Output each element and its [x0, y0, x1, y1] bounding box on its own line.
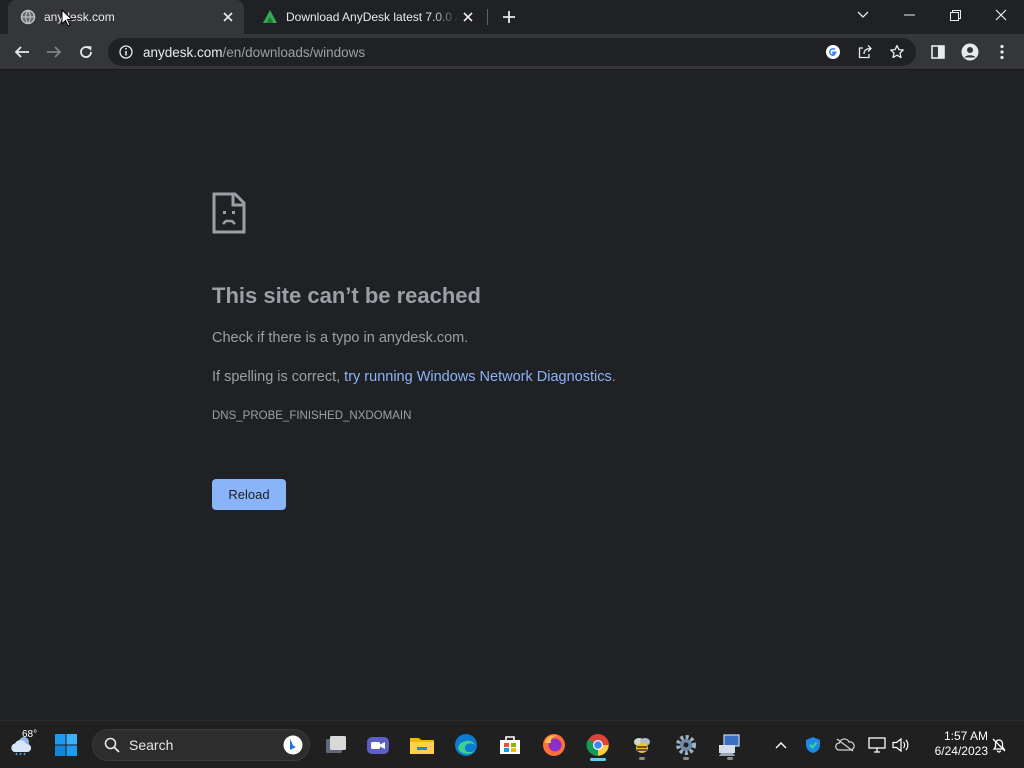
diagnostics-prefix: If spelling is correct, — [212, 369, 345, 385]
taskbar-store[interactable] — [494, 729, 526, 761]
search-icon — [103, 736, 121, 754]
anydesk-logo-icon — [262, 9, 278, 25]
bee-app-icon — [634, 738, 650, 753]
restore-icon — [949, 9, 961, 21]
start-button[interactable] — [50, 729, 82, 761]
error-message-diagnostics: If spelling is correct, try running Wind… — [212, 369, 616, 385]
error-title: This site can’t be reached — [212, 283, 481, 308]
back-button[interactable] — [8, 38, 36, 66]
notification-bell-icon — [992, 738, 1006, 753]
address-bar[interactable]: anydesk.com/en/downloads/windows — [108, 38, 916, 66]
computer-network-icon — [719, 734, 740, 756]
task-view-button[interactable] — [320, 729, 352, 761]
google-lens-icon[interactable] — [822, 42, 844, 62]
running-indicator — [639, 757, 645, 760]
clock-time: 1:57 AM — [943, 729, 988, 743]
taskbar-file-explorer[interactable] — [406, 729, 438, 761]
close-window-button[interactable] — [978, 0, 1024, 30]
clock-date: 6/24/2023 — [934, 744, 988, 758]
reload-icon — [80, 46, 92, 58]
back-arrow-icon — [14, 46, 29, 58]
volume-tray-icon[interactable] — [890, 733, 912, 757]
share-icon[interactable] — [854, 42, 876, 62]
show-hidden-icons-button[interactable] — [770, 733, 792, 757]
chevron-up-icon — [775, 742, 787, 749]
notifications-tray-icon[interactable] — [988, 733, 1010, 757]
folder-icon — [410, 738, 434, 754]
sad-page-icon — [212, 192, 246, 234]
task-view-icon — [326, 736, 346, 753]
profile-icon — [961, 43, 979, 61]
taskbar-network-app[interactable] — [714, 729, 746, 761]
taskbar: 68° Search 1:57 AM 6/24/2023 — [0, 720, 1024, 768]
plus-icon — [503, 11, 515, 23]
close-tab-icon[interactable] — [458, 7, 478, 27]
diagnostics-suffix: . — [611, 369, 616, 385]
side-panel-icon — [931, 45, 945, 59]
defender-tray-icon[interactable] — [802, 733, 824, 757]
error-code: DNS_PROBE_FINISHED_NXDOMAIN — [212, 410, 412, 422]
url-path: /en/downloads/windows — [222, 44, 366, 60]
search-label: Search — [129, 737, 174, 753]
tab-title: Download AnyDesk latest 7.0.0 A — [286, 10, 458, 24]
taskbar-chrome[interactable] — [582, 729, 614, 761]
browser-toolbar: anydesk.com/en/downloads/windows — [0, 34, 1024, 70]
taskbar-clock[interactable]: 1:57 AM 6/24/2023 — [918, 729, 988, 759]
taskbar-search-box[interactable]: Search — [92, 729, 310, 761]
taskbar-bee-app[interactable] — [626, 729, 658, 761]
running-indicator — [727, 757, 733, 760]
forward-button[interactable] — [40, 38, 68, 66]
error-message-typo: Check if there is a typo in anydesk.com. — [212, 330, 469, 346]
tab-strip: anydesk.com Download AnyDesk latest 7.0.… — [0, 0, 1024, 34]
network-tray-icon[interactable] — [866, 733, 888, 757]
reload-toolbar-button[interactable] — [72, 38, 100, 66]
firefox-icon — [543, 734, 565, 756]
tab-anydesk-active[interactable]: anydesk.com — [8, 0, 244, 34]
video-camera-icon — [367, 737, 389, 754]
weather-temperature: 68° — [22, 729, 38, 740]
minimize-icon — [903, 14, 915, 16]
restore-button[interactable] — [932, 0, 978, 30]
gear-icon — [676, 735, 696, 755]
bing-icon[interactable] — [283, 735, 303, 755]
windows-logo-icon — [55, 734, 77, 756]
tab-separator — [487, 9, 488, 25]
onedrive-tray-icon[interactable] — [834, 733, 856, 757]
edge-icon — [455, 734, 477, 756]
minimize-button[interactable] — [886, 0, 932, 30]
reload-button[interactable]: Reload — [212, 479, 286, 510]
close-tab-icon[interactable] — [218, 7, 238, 27]
chevron-down-icon — [857, 11, 869, 18]
url-host: anydesk.com — [143, 44, 223, 60]
taskbar-meet-app[interactable] — [362, 729, 394, 761]
profile-button[interactable] — [956, 38, 984, 66]
network-diagnostics-link[interactable]: try running Windows Network Diagnostics — [344, 369, 612, 385]
chrome-icon — [586, 734, 609, 756]
browser-menu-button[interactable] — [988, 38, 1016, 66]
bookmark-star-icon[interactable] — [886, 42, 908, 62]
store-icon — [500, 736, 520, 754]
tab-search-button[interactable] — [840, 0, 886, 30]
taskbar-firefox[interactable] — [538, 729, 570, 761]
url-text: anydesk.com/en/downloads/windows — [143, 45, 365, 60]
site-info-icon[interactable] — [118, 44, 134, 60]
close-icon — [995, 9, 1007, 21]
new-tab-button[interactable] — [497, 5, 521, 29]
forward-arrow-icon — [47, 46, 62, 58]
side-panel-button[interactable] — [924, 38, 952, 66]
taskbar-settings[interactable] — [670, 729, 702, 761]
tab-anydesk-download[interactable]: Download AnyDesk latest 7.0.0 A — [250, 0, 484, 34]
globe-icon — [20, 9, 36, 25]
active-app-indicator — [590, 758, 606, 761]
running-indicator — [683, 757, 689, 760]
kebab-menu-icon — [1000, 44, 1004, 60]
taskbar-edge[interactable] — [450, 729, 482, 761]
tab-title: anydesk.com — [44, 10, 115, 24]
